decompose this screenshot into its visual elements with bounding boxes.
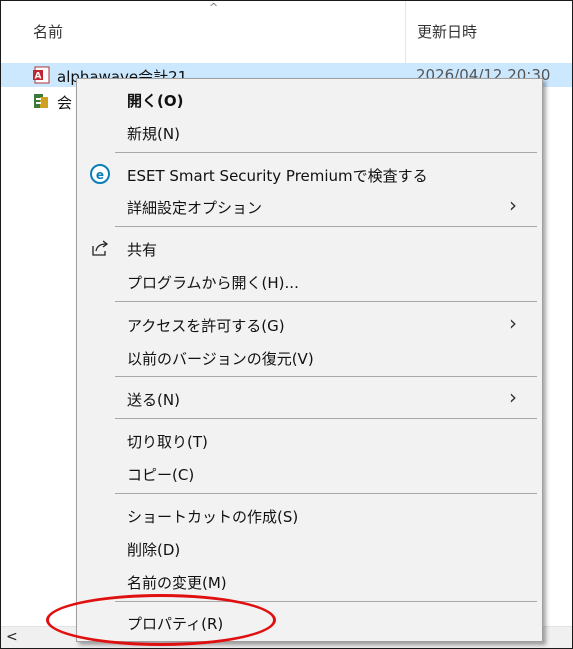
menu-item-open[interactable]: 開く(O) xyxy=(77,83,542,116)
column-name-header[interactable]: 名前 xyxy=(33,21,63,42)
eset-icon: e xyxy=(90,164,110,184)
menu-separator xyxy=(115,376,537,377)
explorer-window: ^ 名前 更新日時 A alphawave会計21 2026/04/12 20:… xyxy=(0,0,573,649)
menu-item-label: 切り取り(T) xyxy=(127,433,208,451)
menu-item-copy[interactable]: コピー(C) xyxy=(77,457,542,490)
menu-item-send-to[interactable]: 送る(N) › xyxy=(77,382,542,415)
column-header: ^ 名前 更新日時 xyxy=(1,1,572,63)
menu-item-label: ESET Smart Security Premiumで検査する xyxy=(127,167,428,185)
menu-item-create-shortcut[interactable]: ショートカットの作成(S) xyxy=(77,499,542,532)
menu-item-share[interactable]: 共有 xyxy=(77,232,542,265)
sort-caret-icon: ^ xyxy=(209,1,219,14)
menu-item-label: プログラムから開く(H)... xyxy=(127,274,299,292)
menu-item-label: プロパティ(R) xyxy=(127,615,224,633)
menu-item-label: 開く(O) xyxy=(127,92,184,110)
menu-item-advanced-options[interactable]: 詳細設定オプション › xyxy=(77,190,542,223)
menu-item-properties[interactable]: プロパティ(R) xyxy=(77,606,542,639)
submenu-chevron-icon: › xyxy=(509,385,517,409)
column-date-header[interactable]: 更新日時 xyxy=(417,21,477,42)
menu-item-label: アクセスを許可する(G) xyxy=(127,317,285,335)
menu-separator xyxy=(115,226,537,227)
menu-item-restore-previous[interactable]: 以前のバージョンの復元(V) xyxy=(77,341,542,374)
menu-separator xyxy=(115,418,537,419)
menu-item-label: 送る(N) xyxy=(127,391,180,409)
menu-item-label: 以前のバージョンの復元(V) xyxy=(127,350,314,368)
submenu-chevron-icon: › xyxy=(509,311,517,335)
menu-item-label: ショートカットの作成(S) xyxy=(127,508,299,526)
menu-item-label: 共有 xyxy=(127,241,158,259)
setup-file-icon xyxy=(34,94,48,108)
menu-item-label: 削除(D) xyxy=(127,541,181,559)
menu-item-open-with[interactable]: プログラムから開く(H)... xyxy=(77,265,542,298)
menu-item-label: 新規(N) xyxy=(127,125,180,143)
menu-item-cut[interactable]: 切り取り(T) xyxy=(77,424,542,457)
menu-item-label: 詳細設定オプション xyxy=(127,199,263,217)
column-divider[interactable] xyxy=(405,1,406,63)
menu-separator xyxy=(115,152,537,153)
menu-item-label: 名前の変更(M) xyxy=(127,574,227,592)
context-menu: 開く(O) 新規(N) e ESET Smart Security Premiu… xyxy=(76,78,543,642)
menu-separator xyxy=(115,601,537,602)
menu-item-delete[interactable]: 削除(D) xyxy=(77,532,542,565)
menu-item-new[interactable]: 新規(N) xyxy=(77,116,542,149)
menu-separator xyxy=(115,493,537,494)
access-file-icon: A xyxy=(33,66,50,84)
file-name: 会 xyxy=(57,94,73,112)
scroll-left-icon[interactable]: < xyxy=(6,629,18,645)
menu-item-label: コピー(C) xyxy=(127,466,195,484)
svg-text:A: A xyxy=(35,72,42,82)
menu-item-grant-access[interactable]: アクセスを許可する(G) › xyxy=(77,308,542,341)
menu-item-eset-scan[interactable]: e ESET Smart Security Premiumで検査する xyxy=(77,158,542,191)
submenu-chevron-icon: › xyxy=(509,193,517,217)
share-icon xyxy=(92,240,109,256)
menu-separator xyxy=(115,301,537,302)
menu-item-rename[interactable]: 名前の変更(M) xyxy=(77,565,542,598)
